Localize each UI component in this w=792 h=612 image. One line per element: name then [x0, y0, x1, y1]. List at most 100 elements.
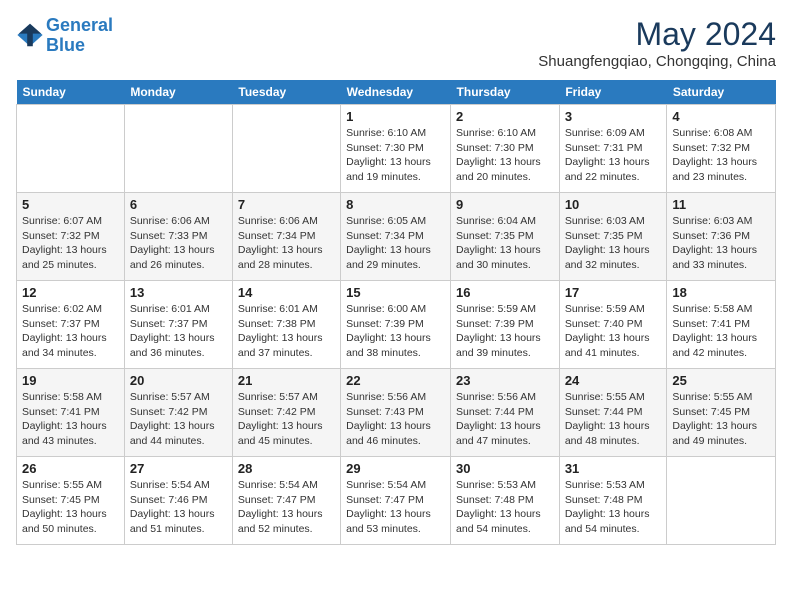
weekday-header-wednesday: Wednesday [341, 80, 451, 105]
day-info: Sunrise: 5:54 AMSunset: 7:47 PMDaylight:… [238, 478, 335, 537]
calendar-cell: 20Sunrise: 5:57 AMSunset: 7:42 PMDayligh… [124, 369, 232, 457]
day-number: 12 [22, 285, 119, 300]
day-number: 2 [456, 109, 554, 124]
calendar-cell: 10 Sunrise: 6:03 AMSunset: 7:35 PMDayligh… [559, 193, 667, 281]
calendar-cell: 7 Sunrise: 6:06 AMSunset: 7:34 PMDaylight… [232, 193, 340, 281]
calendar-cell: 31 Sunrise: 5:53 AMSunset: 7:48 PMDayligh… [559, 457, 667, 545]
day-info: Sunrise: 5:54 AMSunset: 7:47 PMDaylight:… [346, 478, 445, 537]
day-info: Sunrise: 6:01 AMSunset: 7:38 PMDaylight:… [238, 302, 335, 361]
calendar-cell: 6Sunrise: 6:06 AMSunset: 7:33 PMDaylight… [124, 193, 232, 281]
day-info: Sunrise: 5:53 AMSunset: 7:48 PMDaylight:… [456, 478, 554, 537]
day-info: Sunrise: 5:55 AMSunset: 7:45 PMDaylight:… [22, 478, 119, 537]
day-number: 30 [456, 461, 554, 476]
day-info: Sunrise: 6:03 AMSunset: 7:36 PMDaylight:… [672, 214, 770, 273]
calendar-cell: 25Sunrise: 5:55 AMSunset: 7:45 PMDayligh… [667, 369, 776, 457]
calendar-cell: 19Sunrise: 5:58 AMSunset: 7:41 PMDayligh… [17, 369, 125, 457]
calendar-cell: 23Sunrise: 5:56 AMSunset: 7:44 PMDayligh… [451, 369, 560, 457]
weekday-header-thursday: Thursday [451, 80, 560, 105]
calendar-cell: 28 Sunrise: 5:54 AMSunset: 7:47 PMDayligh… [232, 457, 340, 545]
day-number: 26 [22, 461, 119, 476]
day-info: Sunrise: 5:56 AMSunset: 7:43 PMDaylight:… [346, 390, 445, 449]
calendar-cell: 4 Sunrise: 6:08 AMSunset: 7:32 PMDaylight… [667, 105, 776, 193]
day-info: Sunrise: 5:59 AMSunset: 7:40 PMDaylight:… [565, 302, 662, 361]
calendar-cell: 24 Sunrise: 5:55 AMSunset: 7:44 PMDayligh… [559, 369, 667, 457]
day-info: Sunrise: 6:00 AMSunset: 7:39 PMDaylight:… [346, 302, 445, 361]
day-info: Sunrise: 5:54 AMSunset: 7:46 PMDaylight:… [130, 478, 227, 537]
day-info: Sunrise: 5:57 AMSunset: 7:42 PMDaylight:… [130, 390, 227, 449]
day-number: 11 [672, 197, 770, 212]
day-number: 10 [565, 197, 662, 212]
day-info: Sunrise: 6:10 AMSunset: 7:30 PMDaylight:… [346, 126, 445, 185]
calendar-week-row: 26 Sunrise: 5:55 AMSunset: 7:45 PMDayligh… [17, 457, 776, 545]
day-number: 9 [456, 197, 554, 212]
logo: General Blue [16, 16, 113, 56]
calendar-table: SundayMondayTuesdayWednesdayThursdayFrid… [16, 80, 776, 545]
day-info: Sunrise: 6:04 AMSunset: 7:35 PMDaylight:… [456, 214, 554, 273]
weekday-header-friday: Friday [559, 80, 667, 105]
day-number: 18 [672, 285, 770, 300]
calendar-cell: 9 Sunrise: 6:04 AMSunset: 7:35 PMDaylight… [451, 193, 560, 281]
calendar-week-row: 1 Sunrise: 6:10 AMSunset: 7:30 PMDaylight… [17, 105, 776, 193]
day-info: Sunrise: 6:09 AMSunset: 7:31 PMDaylight:… [565, 126, 662, 185]
day-number: 28 [238, 461, 335, 476]
calendar-cell: 3Sunrise: 6:09 AMSunset: 7:31 PMDaylight… [559, 105, 667, 193]
day-number: 27 [130, 461, 227, 476]
logo-line2: Blue [46, 35, 85, 55]
day-number: 22 [346, 373, 445, 388]
calendar-week-row: 19Sunrise: 5:58 AMSunset: 7:41 PMDayligh… [17, 369, 776, 457]
calendar-cell [17, 105, 125, 193]
calendar-cell: 17 Sunrise: 5:59 AMSunset: 7:40 PMDayligh… [559, 281, 667, 369]
day-info: Sunrise: 5:55 AMSunset: 7:45 PMDaylight:… [672, 390, 770, 449]
location: Shuangfengqiao, Chongqing, China [538, 53, 776, 70]
day-number: 7 [238, 197, 335, 212]
calendar-cell [667, 457, 776, 545]
calendar-cell [232, 105, 340, 193]
day-info: Sunrise: 5:59 AMSunset: 7:39 PMDaylight:… [456, 302, 554, 361]
month-year: May 2024 [538, 16, 776, 53]
day-info: Sunrise: 6:03 AMSunset: 7:35 PMDaylight:… [565, 214, 662, 273]
day-info: Sunrise: 6:08 AMSunset: 7:32 PMDaylight:… [672, 126, 770, 185]
page-header: General Blue May 2024 Shuangfengqiao, Ch… [16, 16, 776, 70]
calendar-week-row: 12Sunrise: 6:02 AMSunset: 7:37 PMDayligh… [17, 281, 776, 369]
day-number: 17 [565, 285, 662, 300]
calendar-cell: 18 Sunrise: 5:58 AMSunset: 7:41 PMDayligh… [667, 281, 776, 369]
day-info: Sunrise: 6:01 AMSunset: 7:37 PMDaylight:… [130, 302, 227, 361]
calendar-cell: 2 Sunrise: 6:10 AMSunset: 7:30 PMDaylight… [451, 105, 560, 193]
day-number: 4 [672, 109, 770, 124]
day-number: 21 [238, 373, 335, 388]
day-number: 23 [456, 373, 554, 388]
day-info: Sunrise: 5:53 AMSunset: 7:48 PMDaylight:… [565, 478, 662, 537]
calendar-cell: 1 Sunrise: 6:10 AMSunset: 7:30 PMDaylight… [341, 105, 451, 193]
day-number: 19 [22, 373, 119, 388]
calendar-cell: 15 Sunrise: 6:00 AMSunset: 7:39 PMDayligh… [341, 281, 451, 369]
title-block: May 2024 Shuangfengqiao, Chongqing, Chin… [538, 16, 776, 70]
day-number: 14 [238, 285, 335, 300]
day-number: 8 [346, 197, 445, 212]
day-number: 1 [346, 109, 445, 124]
logo-text: General Blue [46, 16, 113, 56]
calendar-cell: 16Sunrise: 5:59 AMSunset: 7:39 PMDayligh… [451, 281, 560, 369]
day-info: Sunrise: 6:06 AMSunset: 7:34 PMDaylight:… [238, 214, 335, 273]
day-info: Sunrise: 6:06 AMSunset: 7:33 PMDaylight:… [130, 214, 227, 273]
day-info: Sunrise: 5:58 AMSunset: 7:41 PMDaylight:… [672, 302, 770, 361]
weekday-header-saturday: Saturday [667, 80, 776, 105]
day-info: Sunrise: 6:05 AMSunset: 7:34 PMDaylight:… [346, 214, 445, 273]
calendar-cell: 22 Sunrise: 5:56 AMSunset: 7:43 PMDayligh… [341, 369, 451, 457]
weekday-header-row: SundayMondayTuesdayWednesdayThursdayFrid… [17, 80, 776, 105]
day-number: 24 [565, 373, 662, 388]
calendar-cell: 21Sunrise: 5:57 AMSunset: 7:42 PMDayligh… [232, 369, 340, 457]
calendar-week-row: 5Sunrise: 6:07 AMSunset: 7:32 PMDaylight… [17, 193, 776, 281]
calendar-cell: 13Sunrise: 6:01 AMSunset: 7:37 PMDayligh… [124, 281, 232, 369]
weekday-header-monday: Monday [124, 80, 232, 105]
calendar-cell: 30 Sunrise: 5:53 AMSunset: 7:48 PMDayligh… [451, 457, 560, 545]
calendar-cell: 11 Sunrise: 6:03 AMSunset: 7:36 PMDayligh… [667, 193, 776, 281]
day-number: 31 [565, 461, 662, 476]
weekday-header-tuesday: Tuesday [232, 80, 340, 105]
calendar-cell: 8 Sunrise: 6:05 AMSunset: 7:34 PMDaylight… [341, 193, 451, 281]
calendar-cell [124, 105, 232, 193]
day-info: Sunrise: 6:10 AMSunset: 7:30 PMDaylight:… [456, 126, 554, 185]
day-number: 15 [346, 285, 445, 300]
calendar-cell: 26 Sunrise: 5:55 AMSunset: 7:45 PMDayligh… [17, 457, 125, 545]
calendar-cell: 14 Sunrise: 6:01 AMSunset: 7:38 PMDayligh… [232, 281, 340, 369]
day-info: Sunrise: 5:55 AMSunset: 7:44 PMDaylight:… [565, 390, 662, 449]
